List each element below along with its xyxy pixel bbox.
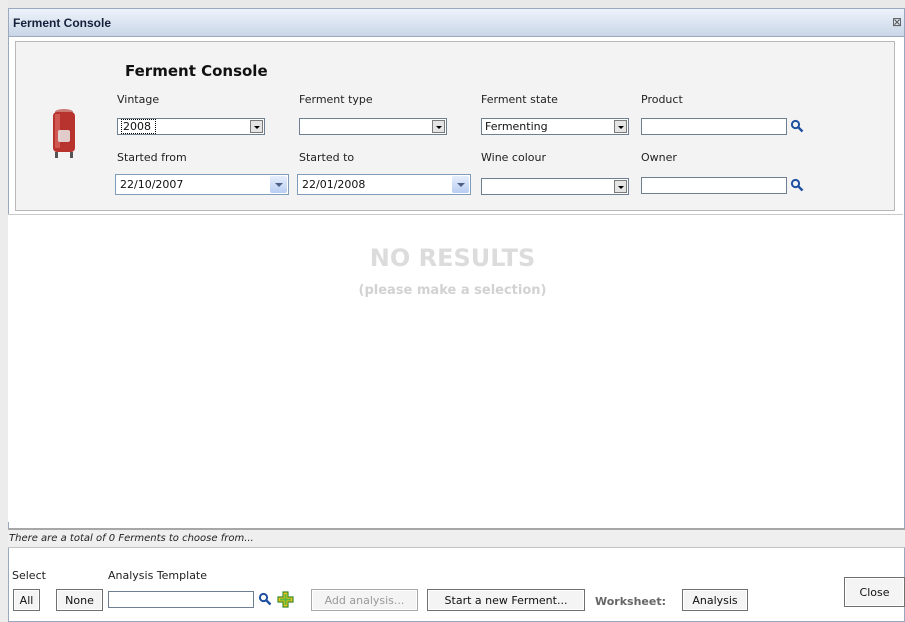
ferment-state-select[interactable]: Fermenting xyxy=(481,118,629,135)
add-analysis-button[interactable]: Add analysis... xyxy=(311,589,418,611)
vintage-label: Vintage xyxy=(117,93,160,106)
select-all-button[interactable]: All xyxy=(13,589,40,611)
panel-heading: Ferment Console xyxy=(125,62,268,80)
started-to-value: 22/01/2008 xyxy=(302,178,366,191)
owner-label: Owner xyxy=(641,151,677,164)
analysis-template-label: Analysis Template xyxy=(108,569,208,582)
owner-input[interactable] xyxy=(641,177,787,194)
vintage-select[interactable]: 2008 xyxy=(117,118,265,135)
product-input[interactable] xyxy=(641,118,787,135)
calendar-dropdown-icon[interactable] xyxy=(452,176,469,193)
analysis-worksheet-button[interactable]: Analysis xyxy=(682,589,748,611)
wine-tank-icon xyxy=(53,109,75,158)
wine-colour-label: Wine colour xyxy=(481,151,546,164)
started-from-date-field[interactable]: 22/10/2007 xyxy=(115,174,289,195)
window-titlebar: Ferment Console ⊠ xyxy=(9,9,904,37)
started-to-date-field[interactable]: 22/01/2008 xyxy=(297,174,471,195)
no-results-title: NO RESULTS xyxy=(369,244,536,272)
chevron-down-icon[interactable] xyxy=(614,180,627,193)
close-button[interactable]: Close xyxy=(844,577,905,607)
background-edge xyxy=(0,0,8,622)
window-title: Ferment Console xyxy=(13,16,112,30)
vintage-value: 2008 xyxy=(121,119,156,134)
chevron-down-icon[interactable] xyxy=(614,120,627,133)
chevron-down-icon[interactable] xyxy=(250,120,263,133)
select-none-button[interactable]: None xyxy=(56,589,103,611)
chevron-down-icon[interactable] xyxy=(432,120,445,133)
no-results-subtitle: (please make a selection) xyxy=(358,283,547,298)
calendar-dropdown-icon[interactable] xyxy=(270,176,287,193)
window-close-icon[interactable]: ⊠ xyxy=(892,15,904,29)
wine-colour-select[interactable] xyxy=(481,178,629,195)
ferment-type-select[interactable] xyxy=(299,118,447,135)
search-panel: Ferment Console Vintage Ferment type Fer… xyxy=(15,41,895,211)
ferment-state-label: Ferment state xyxy=(481,93,558,106)
status-text: There are a total of 0 Ferments to choos… xyxy=(9,533,254,544)
add-template-plus-icon[interactable] xyxy=(277,591,294,608)
product-search-icon[interactable] xyxy=(790,119,804,133)
analysis-template-input[interactable] xyxy=(108,591,254,608)
ferment-type-label: Ferment type xyxy=(299,93,373,106)
product-label: Product xyxy=(641,93,683,106)
status-bar: There are a total of 0 Ferments to choos… xyxy=(8,528,905,548)
ferment-state-value: Fermenting xyxy=(485,120,548,133)
owner-search-icon[interactable] xyxy=(790,178,804,192)
worksheet-label: Worksheet: xyxy=(595,595,666,608)
started-from-label: Started from xyxy=(117,151,187,164)
select-label: Select xyxy=(12,569,46,582)
start-new-ferment-button[interactable]: Start a new Ferment... xyxy=(427,589,585,611)
analysis-template-search-icon[interactable] xyxy=(258,592,272,606)
started-to-label: Started to xyxy=(299,151,355,164)
started-from-value: 22/10/2007 xyxy=(120,178,184,191)
